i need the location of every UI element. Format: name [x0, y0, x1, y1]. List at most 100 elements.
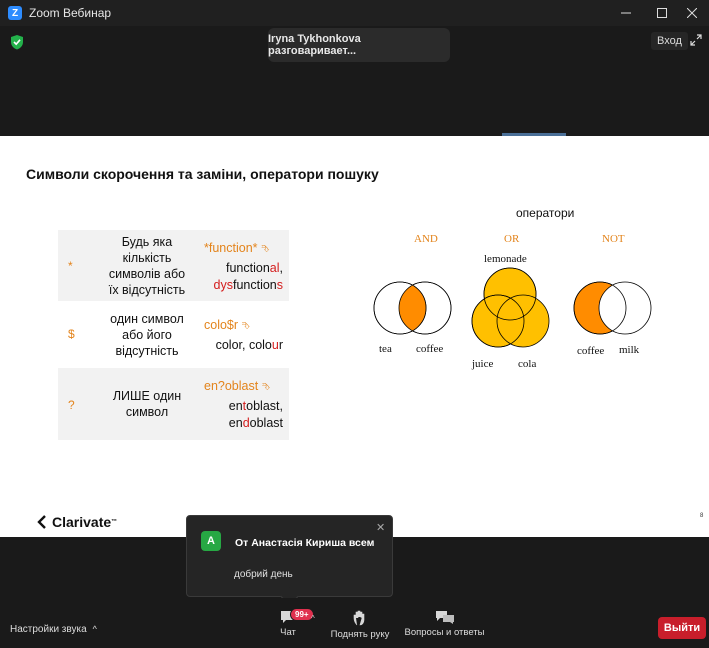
example-text: *function*: [204, 241, 258, 255]
result-line: endoblast: [229, 415, 283, 432]
clarivate-logo: Clarivate ™: [36, 514, 117, 530]
minimize-button[interactable]: [610, 0, 642, 26]
qa-label: Вопросы и ответы: [404, 627, 485, 638]
fullscreen-icon[interactable]: [690, 34, 702, 46]
maximize-icon: [657, 8, 667, 18]
raise-hand-icon: [353, 610, 365, 626]
result-part: ,: [279, 261, 283, 275]
operators-label: оператори: [516, 206, 575, 220]
audio-settings-button[interactable]: Настройки звука ^: [10, 624, 97, 635]
and-label: AND: [414, 233, 438, 245]
qa-button[interactable]: Вопросы и ответы: [402, 610, 487, 638]
raise-hand-label: Поднять руку: [330, 629, 390, 640]
qa-icon: [435, 611, 454, 624]
and-right-term: coffee: [416, 343, 443, 355]
chat-label: Чат: [280, 627, 296, 638]
raise-hand-button[interactable]: Поднять руку: [330, 610, 390, 640]
description-line: відсутність: [115, 344, 179, 358]
symbol-row: ? ЛИШЕ один символ en?oblast ⮷ entoblast…: [58, 368, 289, 440]
boolean-venn-diagrams: AND tea coffee OR lemonade juice cola NO…: [373, 233, 652, 370]
result-line: dysfunctions: [214, 277, 283, 294]
result-part: function: [226, 261, 270, 275]
symbol-description: ЛИШЕ один символ: [92, 388, 202, 420]
view-button[interactable]: Вход: [651, 32, 688, 50]
description-line: один символ: [110, 312, 184, 326]
leave-button[interactable]: Выйти: [658, 617, 706, 639]
close-window-button[interactable]: [676, 0, 708, 26]
or-right-circle: [496, 294, 550, 348]
example-query: *function* ⮷: [204, 241, 269, 255]
result-part: r: [278, 338, 283, 352]
description-line: їх відсутність: [108, 283, 186, 297]
result-line: entoblast,: [229, 398, 283, 415]
example-query: colo$r ⮷: [204, 318, 250, 332]
meeting-toolbar: Настройки звука ^ Чат Поднять руку Вопрос…: [0, 598, 709, 648]
not-label: NOT: [602, 233, 625, 245]
symbol-row: $ один символ або його відсутність colo$…: [58, 301, 289, 368]
example-text: colo$r: [204, 318, 239, 332]
chat-message: добрий день: [234, 569, 293, 580]
result-part: al: [269, 261, 280, 275]
example-results: functional, dysfunctions: [214, 260, 283, 294]
maximize-button[interactable]: [646, 0, 678, 26]
example-results: color, colour: [216, 337, 283, 354]
active-speaker-indicator: Iryna Tykhonkova разговаривает...: [268, 28, 450, 62]
symbol-char: ?: [68, 398, 75, 412]
page-mark: 8: [700, 513, 704, 519]
close-icon[interactable]: ✕: [376, 521, 385, 534]
or-label: OR: [504, 233, 520, 245]
result-part: u: [271, 338, 279, 352]
chevron-up-icon[interactable]: ^: [311, 614, 315, 623]
result-part: function: [232, 278, 277, 292]
symbol-description: один символ або його відсутність: [92, 311, 202, 359]
logo-text: Clarivate: [52, 514, 112, 530]
symbol-char: *: [68, 259, 73, 273]
example-text: en?oblast: [204, 379, 259, 393]
result-part: dys: [213, 278, 233, 292]
and-left-term: tea: [379, 343, 392, 355]
example-results: entoblast, endoblast: [229, 398, 283, 432]
description-line: символів або: [108, 267, 186, 281]
shield-check-icon[interactable]: [10, 34, 24, 50]
close-icon: [687, 8, 697, 18]
result-part: color, colo: [215, 338, 272, 352]
result-part: s: [276, 278, 283, 292]
description-line: Будь яка: [121, 235, 173, 249]
or-top-term: lemonade: [484, 253, 527, 265]
result-part: en: [228, 399, 243, 413]
chat-sender: От Анастасія Кириша всем: [235, 537, 375, 549]
minimize-icon: [621, 12, 631, 14]
logo-tm: ™: [111, 519, 118, 525]
result-part: oblast: [249, 416, 283, 430]
avatar: A: [201, 531, 221, 551]
shared-slide: Символи скорочення та заміни, оператори …: [0, 136, 709, 537]
description-line: кількість: [122, 251, 172, 265]
or-left-term: juice: [471, 358, 493, 370]
example-query: en?oblast ⮷: [204, 379, 270, 393]
result-line: color, colour: [216, 337, 283, 354]
result-part: oblast,: [246, 399, 283, 413]
description-line: символ: [125, 405, 169, 419]
symbol-description: Будь яка кількість символів або їх відсу…: [92, 234, 202, 298]
result-part: en: [228, 416, 243, 430]
chevron-up-icon[interactable]: ^: [93, 624, 97, 634]
description-line: ЛИШЕ один: [112, 389, 182, 403]
result-line: functional,: [214, 260, 283, 277]
not-right-term: milk: [619, 344, 640, 356]
symbol-row: * Будь яка кількість символів або їх від…: [58, 230, 289, 301]
arrow-icon: ⮷: [261, 244, 269, 255]
chat-notification[interactable]: A От Анастасія Кириша всем добрий день ✕: [186, 515, 393, 606]
zoom-logo-icon: Z: [8, 6, 22, 20]
result-part: d: [242, 416, 250, 430]
slide-title: Символи скорочення та заміни, оператори …: [26, 166, 379, 182]
window-titlebar: Z Zoom Вебинар: [0, 0, 709, 26]
clarivate-logo-icon: [37, 515, 46, 529]
arrow-icon: ⮷: [261, 382, 270, 393]
audio-settings-label: Настройки звука: [10, 624, 87, 635]
description-line: або його: [122, 328, 172, 342]
window-title: Zoom Вебинар: [29, 6, 112, 20]
not-right-circle: [598, 281, 652, 335]
arrow-icon: ⮷: [241, 321, 250, 332]
symbol-char: $: [68, 327, 75, 341]
or-right-term: cola: [518, 358, 536, 370]
